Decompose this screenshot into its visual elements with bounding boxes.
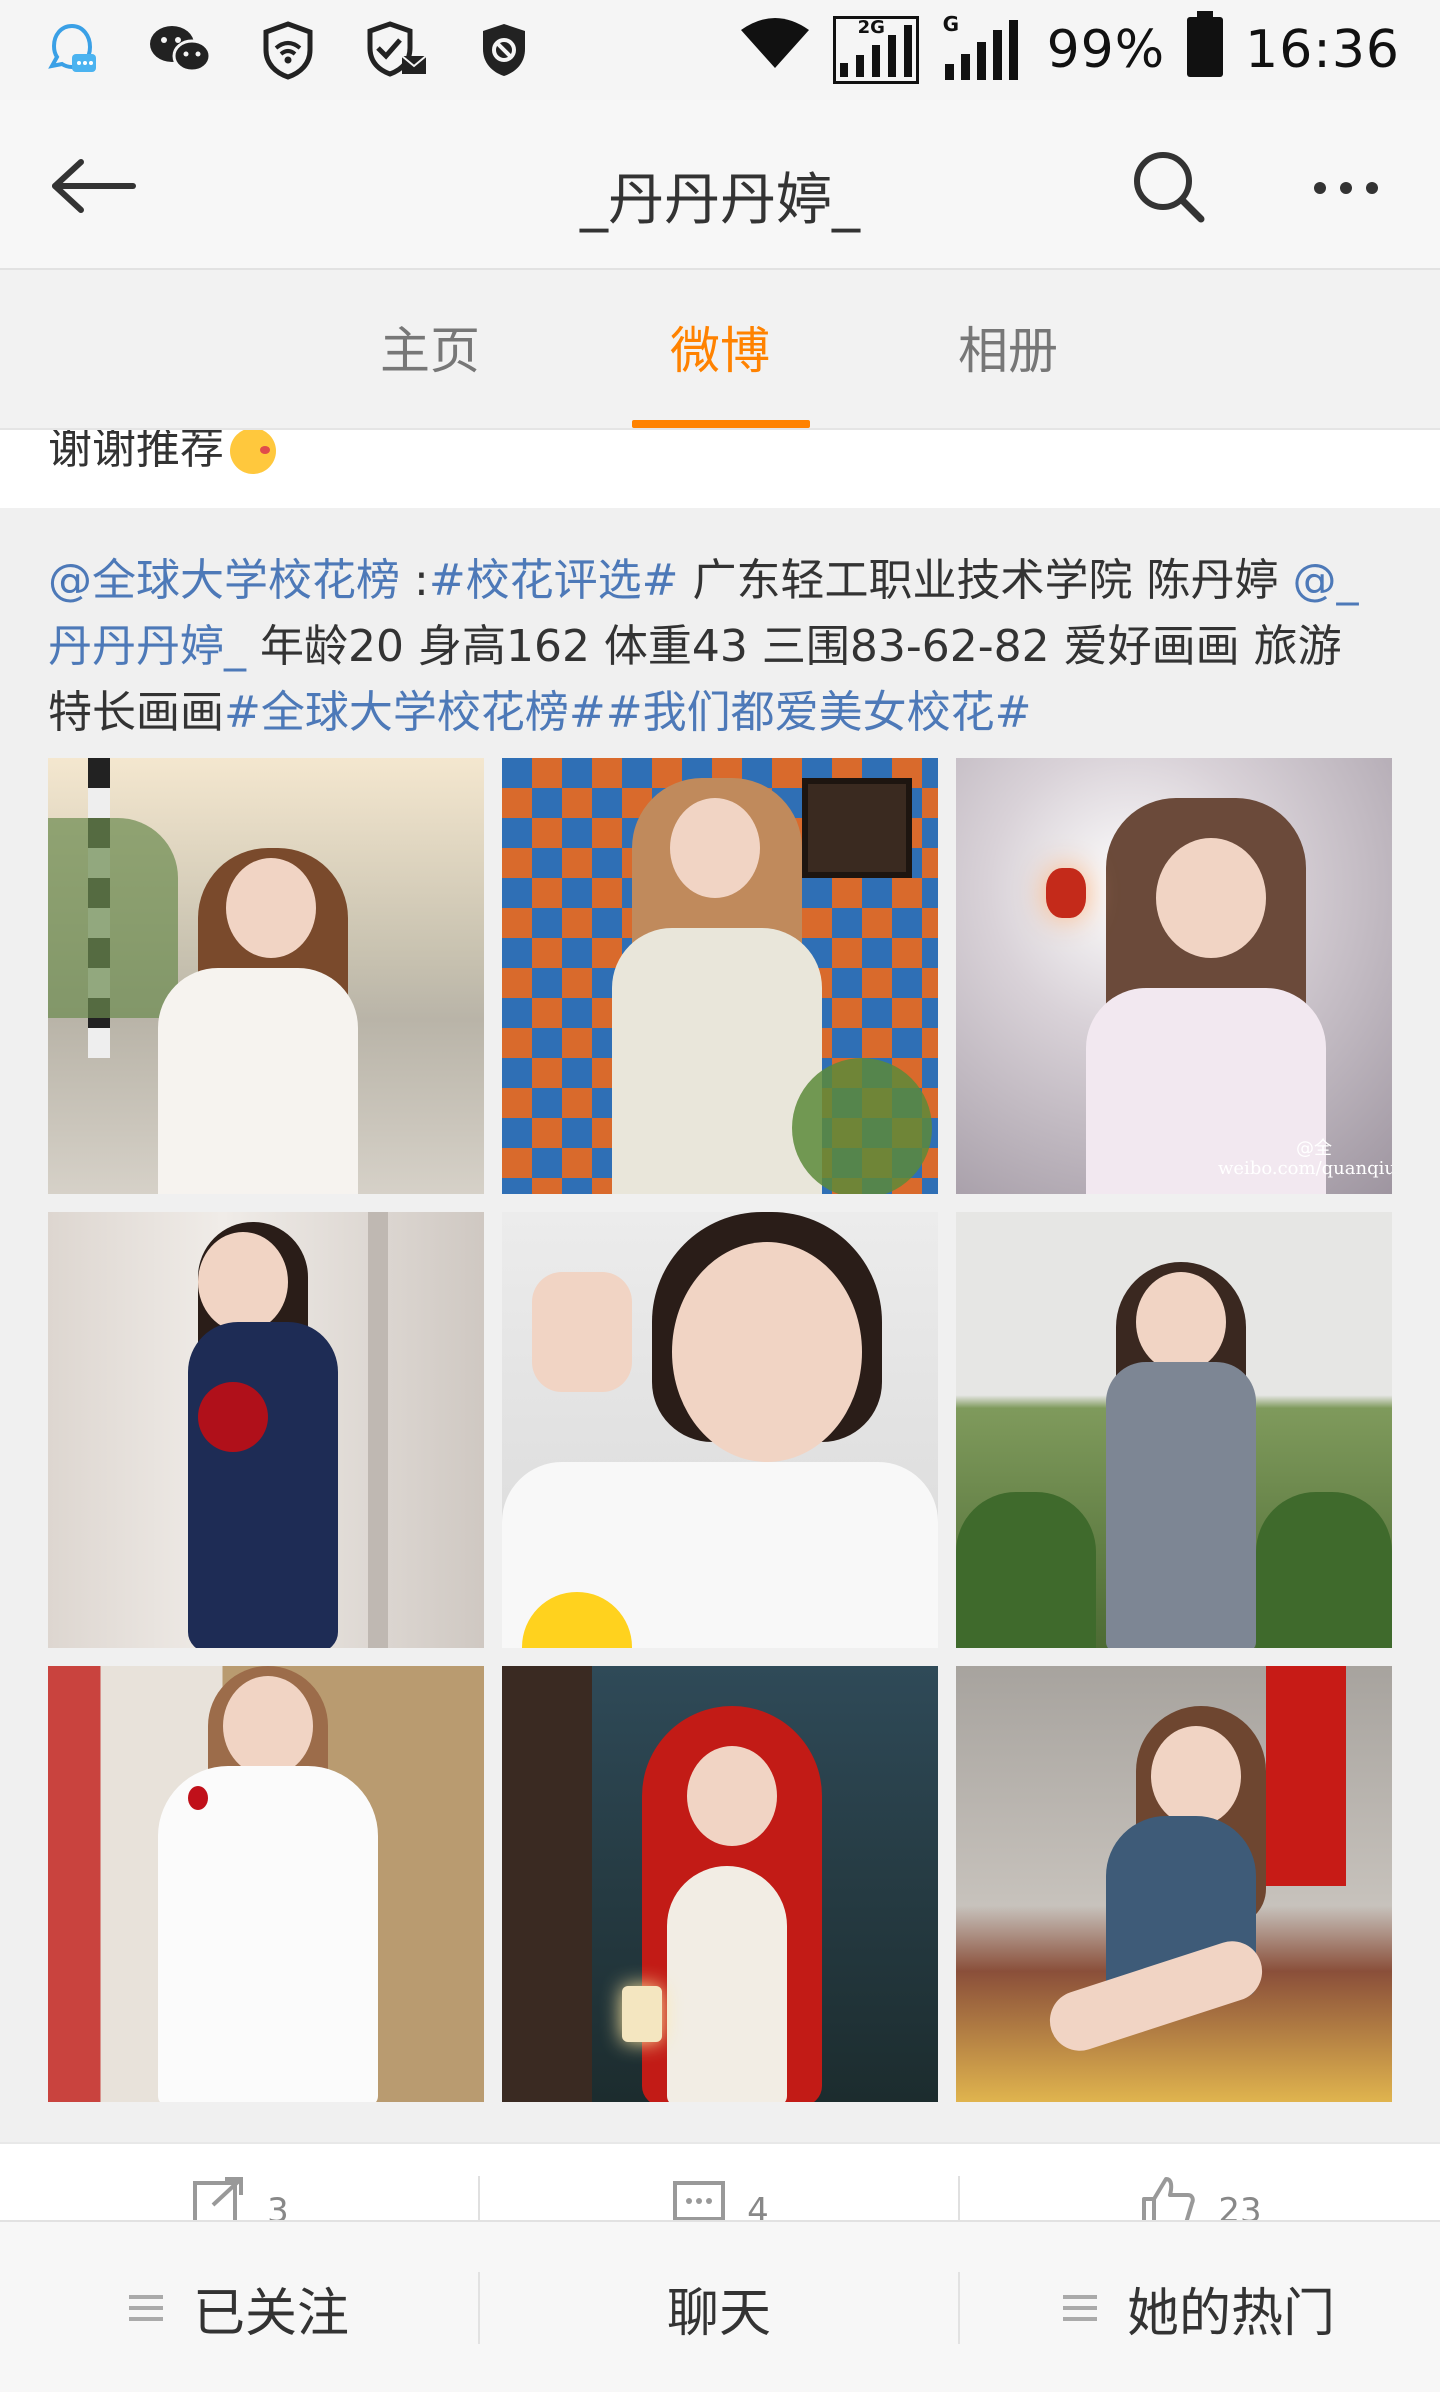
more-dot-icon bbox=[1314, 182, 1326, 194]
topic-link[interactable]: #校花评选# bbox=[429, 555, 679, 606]
more-button[interactable] bbox=[1296, 148, 1396, 228]
repost-count: 3 bbox=[267, 2191, 289, 2222]
comment-action[interactable]: 4 bbox=[480, 2144, 960, 2222]
comment-count: 4 bbox=[747, 2191, 769, 2222]
mail-shield-icon bbox=[364, 18, 428, 82]
repost-icon bbox=[193, 2177, 244, 2222]
photo-thumbnail[interactable] bbox=[502, 1666, 938, 2102]
shield-wifi-icon bbox=[256, 18, 320, 82]
page-title: _丹丹丹婷_ bbox=[580, 168, 860, 233]
photo-thumbnail[interactable] bbox=[48, 1212, 484, 1648]
block-shield-icon bbox=[472, 18, 536, 82]
post-text-peek: 谢谢推荐 bbox=[0, 430, 1440, 508]
photo-thumbnail[interactable] bbox=[502, 758, 938, 1194]
photo-thumbnail[interactable] bbox=[502, 1212, 938, 1648]
qq-icon bbox=[40, 18, 104, 82]
wechat-icon bbox=[148, 18, 212, 82]
follow-button[interactable]: 已关注 bbox=[0, 2222, 478, 2392]
like-count: 23 bbox=[1218, 2191, 1262, 2222]
tab-home[interactable]: 主页 bbox=[310, 272, 550, 430]
repost-text: @全球大学校花榜 :#校花评选# 广东轻工职业技术学院 陈丹婷 @_丹丹丹婷_ … bbox=[48, 555, 1359, 738]
chat-button[interactable]: 聊天 bbox=[480, 2222, 958, 2392]
kiss-emoji-icon bbox=[230, 430, 276, 474]
comment-icon bbox=[673, 2181, 726, 2221]
mention-link[interactable]: @全球大学校花榜 bbox=[48, 555, 400, 606]
menu-icon bbox=[1062, 2295, 1097, 2321]
more-dot-icon bbox=[1340, 182, 1352, 194]
signal-g-icon: G bbox=[941, 12, 1025, 84]
search-icon bbox=[1134, 152, 1205, 223]
bottom-toolbar: 已关注 聊天 她的热门 bbox=[0, 2220, 1440, 2392]
repost-card[interactable]: @全球大学校花榜 :#校花评选# 广东轻工职业技术学院 陈丹婷 @_丹丹丹婷_ … bbox=[0, 508, 1440, 2142]
post-text: 谢谢推荐 bbox=[48, 430, 224, 474]
like-action[interactable]: 23 bbox=[960, 2144, 1440, 2222]
watermark: weibo.com/quanqiu bbox=[1218, 1158, 1392, 1179]
search-button[interactable] bbox=[1124, 142, 1214, 232]
thumbs-up-icon bbox=[1142, 2177, 1196, 2222]
photo-thumbnail[interactable] bbox=[48, 758, 484, 1194]
repost-action[interactable]: 3 bbox=[0, 2144, 480, 2222]
photo-thumbnail[interactable]: weibo.com/quanqiu @全 bbox=[956, 758, 1392, 1194]
topic-link[interactable]: #全球大学校花榜# bbox=[224, 687, 606, 738]
clock: 16:36 bbox=[1245, 20, 1400, 80]
chat-label: 聊天 bbox=[666, 2283, 771, 2344]
her-hot-button[interactable]: 她的热门 bbox=[960, 2222, 1438, 2392]
profile-tabs: 主页 微博 相册 bbox=[0, 272, 1440, 430]
photo-thumbnail[interactable] bbox=[956, 1212, 1392, 1648]
battery-icon bbox=[1187, 11, 1224, 89]
topic-link[interactable]: #我们都爱美女校花# bbox=[606, 687, 1032, 738]
battery-percent: 99% bbox=[1046, 20, 1166, 80]
menu-icon bbox=[128, 2295, 163, 2321]
follow-label: 已关注 bbox=[192, 2283, 349, 2344]
app-header: _丹丹丹婷_ bbox=[0, 100, 1440, 270]
photo-thumbnail[interactable] bbox=[48, 1666, 484, 2102]
photo-thumbnail[interactable] bbox=[956, 1666, 1392, 2102]
hot-label: 她的热门 bbox=[1126, 2283, 1335, 2344]
signal-2g-icon: 2G bbox=[832, 16, 919, 84]
tab-album[interactable]: 相册 bbox=[888, 272, 1128, 430]
status-bar: 2G G 99% 16:36 bbox=[0, 0, 1440, 100]
watermark-prefix: @全 bbox=[1296, 1138, 1332, 1159]
photo-grid: weibo.com/quanqiu @全 bbox=[48, 758, 1392, 2102]
more-dot-icon bbox=[1366, 182, 1378, 194]
post-action-bar: 3 4 23 bbox=[0, 2142, 1440, 2222]
tab-weibo[interactable]: 微博 bbox=[600, 272, 840, 430]
wifi-icon bbox=[739, 16, 811, 84]
active-tab-indicator bbox=[632, 420, 810, 428]
